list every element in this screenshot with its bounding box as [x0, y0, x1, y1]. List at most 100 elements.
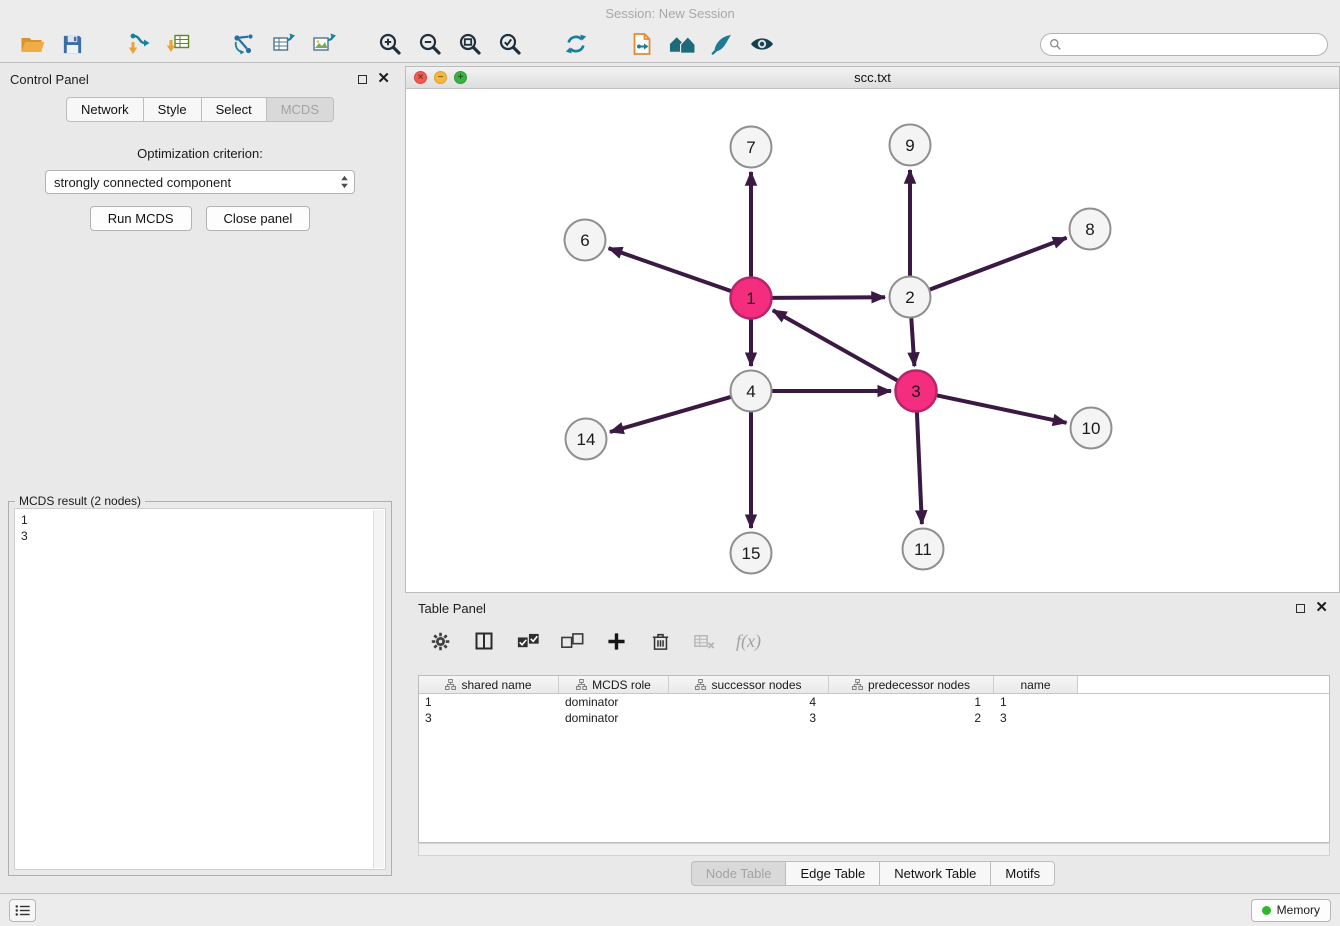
graph-node-1[interactable]: 1: [731, 278, 772, 319]
graph-edge-3-1[interactable]: [773, 310, 898, 380]
delete-column-button[interactable]: [648, 628, 672, 654]
network-window-titlebar: scc.txt × − +: [406, 67, 1339, 89]
open-session-button[interactable]: [12, 29, 52, 59]
cell-name[interactable]: 3: [994, 710, 1078, 726]
graph-edge-1-2[interactable]: [772, 297, 885, 298]
cell-mcds-role[interactable]: dominator: [559, 710, 669, 726]
export-table-icon: [272, 32, 296, 56]
graph-node-9[interactable]: 9: [890, 125, 931, 166]
memory-button[interactable]: Memory: [1251, 899, 1331, 922]
mcds-result-area[interactable]: 1 3: [14, 508, 386, 870]
run-mcds-button[interactable]: Run MCDS: [90, 206, 192, 231]
graph-node-15[interactable]: 15: [731, 533, 772, 574]
column-type-icon: [852, 679, 863, 690]
show-panels-menu-button[interactable]: [9, 899, 36, 922]
close-panel-icon[interactable]: ✕: [377, 74, 390, 84]
close-table-panel-icon[interactable]: ✕: [1315, 603, 1328, 613]
cell-predecessor-nodes[interactable]: 1: [829, 694, 994, 710]
mcds-result-line: 3: [21, 528, 379, 544]
table-horizontal-scrollbar[interactable]: [418, 843, 1330, 856]
close-window-icon[interactable]: ×: [414, 71, 427, 84]
create-column-button[interactable]: [604, 628, 628, 654]
import-network-button[interactable]: [118, 29, 158, 59]
refresh-network-button[interactable]: [556, 29, 596, 59]
unselect-all-columns-button[interactable]: [560, 628, 584, 654]
zoom-in-button[interactable]: [370, 29, 410, 59]
table-row[interactable]: 3 dominator 3 2 3: [419, 710, 1329, 726]
graph-node-7[interactable]: 7: [731, 127, 772, 168]
graph-node-label: 11: [914, 540, 932, 559]
cell-name[interactable]: 1: [994, 694, 1078, 710]
home-button[interactable]: [662, 29, 702, 59]
tab-network[interactable]: Network: [66, 97, 143, 122]
graph-node-11[interactable]: 11: [903, 529, 944, 570]
plus-icon: [607, 632, 626, 651]
cell-mcds-role[interactable]: dominator: [559, 694, 669, 710]
graph-node-3[interactable]: 3: [896, 371, 937, 412]
network-canvas[interactable]: 7 9 6 8 1 2 4 3 14 10 15 11: [406, 89, 1339, 592]
tab-select[interactable]: Select: [201, 97, 266, 122]
tab-network-table[interactable]: Network Table: [879, 861, 990, 886]
graph-node-6[interactable]: 6: [565, 220, 606, 261]
tab-mcds[interactable]: MCDS: [266, 97, 334, 122]
graph-node-8[interactable]: 8: [1070, 209, 1111, 250]
new-network-button[interactable]: [224, 29, 264, 59]
show-columns-button[interactable]: [472, 628, 496, 654]
column-header-successor-nodes[interactable]: successor nodes: [669, 676, 829, 693]
node-table: shared name MCDS role successor nodes pr…: [418, 675, 1330, 843]
table-settings-button[interactable]: [428, 628, 452, 654]
graph-edge-3-11[interactable]: [917, 412, 922, 524]
graph-node-14[interactable]: 14: [566, 419, 607, 460]
import-table-button[interactable]: [158, 29, 198, 59]
cell-successor-nodes[interactable]: 3: [669, 710, 829, 726]
column-header-shared-name[interactable]: shared name: [419, 676, 559, 693]
zoom-fit-button[interactable]: [450, 29, 490, 59]
maximize-window-icon[interactable]: +: [454, 71, 467, 84]
cell-successor-nodes[interactable]: 4: [669, 694, 829, 710]
show-graphics-details-button[interactable]: [742, 29, 782, 59]
select-all-columns-button[interactable]: [516, 628, 540, 654]
control-panel-tabs: Network Style Select MCDS: [0, 97, 400, 122]
clone-network-button[interactable]: [622, 29, 662, 59]
export-image-icon: [312, 32, 336, 56]
column-header-name[interactable]: name: [994, 676, 1078, 693]
graph-edge-4-14[interactable]: [610, 397, 731, 432]
column-header-predecessor-nodes[interactable]: predecessor nodes: [829, 676, 994, 693]
export-image-button[interactable]: [304, 29, 344, 59]
apply-style-button[interactable]: [702, 29, 742, 59]
graph-node-10[interactable]: 10: [1071, 408, 1112, 449]
export-table-button[interactable]: [264, 29, 304, 59]
graph-edge-3-10[interactable]: [937, 395, 1067, 423]
cell-shared-name[interactable]: 1: [419, 694, 559, 710]
cell-shared-name[interactable]: 3: [419, 710, 559, 726]
graph-node-2[interactable]: 2: [890, 277, 931, 318]
graph-node-label: 10: [1082, 419, 1101, 438]
close-panel-button[interactable]: Close panel: [206, 206, 311, 231]
graph-edge-2-8[interactable]: [930, 238, 1067, 290]
table-row[interactable]: 1 dominator 4 1 1: [419, 694, 1329, 710]
cell-predecessor-nodes[interactable]: 2: [829, 710, 994, 726]
tab-edge-table[interactable]: Edge Table: [785, 861, 879, 886]
save-session-button[interactable]: [52, 29, 92, 59]
search-field[interactable]: [1040, 33, 1328, 56]
minimize-window-icon[interactable]: −: [434, 71, 447, 84]
tab-node-table[interactable]: Node Table: [691, 861, 786, 886]
zoom-selected-button[interactable]: [490, 29, 530, 59]
column-header-label: name: [1020, 678, 1050, 692]
result-scrollbar[interactable]: [373, 510, 384, 868]
optimization-criterion-select[interactable]: strongly connected component: [45, 170, 355, 194]
tab-motifs[interactable]: Motifs: [990, 861, 1055, 886]
tab-style[interactable]: Style: [143, 97, 201, 122]
function-builder-button[interactable]: f(x): [736, 628, 761, 654]
graph-edge-1-6[interactable]: [609, 248, 732, 291]
float-panel-icon[interactable]: [358, 75, 367, 84]
zoom-out-button[interactable]: [410, 29, 450, 59]
graph-node-4[interactable]: 4: [731, 371, 772, 412]
float-table-panel-icon[interactable]: [1296, 604, 1305, 613]
network-graph[interactable]: 7 9 6 8 1 2 4 3 14 10 15 11: [406, 89, 1339, 592]
delete-table-button[interactable]: [692, 628, 716, 654]
graph-edge-2-3[interactable]: [911, 318, 914, 366]
column-header-mcds-role[interactable]: MCDS role: [559, 676, 669, 693]
search-input[interactable]: [1067, 37, 1319, 51]
import-table-icon: [166, 32, 190, 56]
